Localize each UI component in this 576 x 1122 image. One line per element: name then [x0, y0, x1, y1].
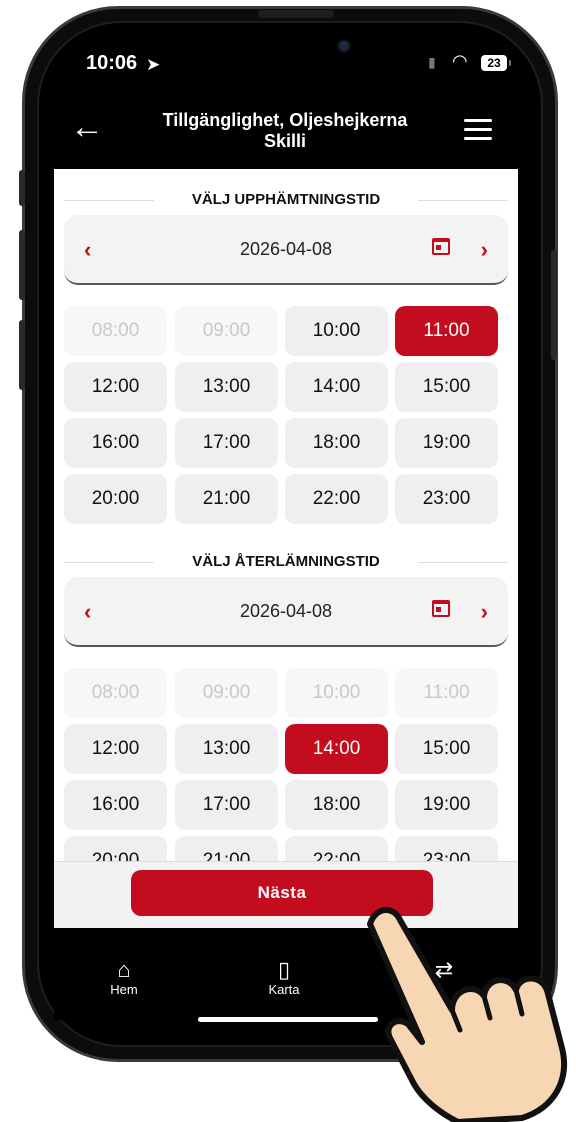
pickup-time-slot[interactable]: 12:00 [64, 362, 167, 412]
pickup-time-slot[interactable]: 13:00 [175, 362, 278, 412]
location-arrow-icon: ➤ [146, 55, 161, 74]
return-time-slot[interactable]: 13:00 [175, 724, 278, 774]
return-time-slot: 09:00 [175, 668, 278, 718]
pickup-time-slot[interactable]: 21:00 [175, 474, 278, 524]
page-title: Tillgänglighet, Oljeshejkerna Skilli [120, 110, 450, 152]
pickup-time-slot[interactable]: 16:00 [64, 418, 167, 468]
pickup-time-slot[interactable]: 11:00 [395, 306, 498, 356]
pickup-time-slot[interactable]: 20:00 [64, 474, 167, 524]
pickup-time-slot[interactable]: 14:00 [285, 362, 388, 412]
return-time-slot[interactable]: 16:00 [64, 780, 167, 830]
page-title-line2: Skilli [263, 131, 307, 151]
main-content: VÄLJ UPPHÄMTNINGSTID ‹ 2026-04-08 › 08:0… [54, 169, 518, 928]
return-time-slot: 08:00 [64, 668, 167, 718]
speaker [258, 10, 334, 18]
back-arrow-icon[interactable]: ← [70, 110, 104, 144]
tab-map-label: Karta [268, 982, 300, 997]
pickup-time-slot[interactable]: 23:00 [395, 474, 498, 524]
pickup-heading: VÄLJ UPPHÄMTNINGSTID [64, 191, 508, 208]
pickup-time-slot[interactable]: 15:00 [395, 362, 498, 412]
return-time-slot[interactable]: 17:00 [175, 780, 278, 830]
front-camera [339, 41, 349, 51]
hamburger-menu-icon[interactable] [464, 119, 492, 146]
pickup-time-slot: 08:00 [64, 306, 167, 356]
page-title-line1: Tillgänglighet, Oljeshejkerna [162, 110, 408, 130]
map-icon: ▯ [277, 957, 291, 982]
volume-down-button [19, 320, 25, 390]
return-time-slot[interactable]: 15:00 [395, 724, 498, 774]
pickup-time-slot[interactable]: 22:00 [285, 474, 388, 524]
pickup-time-slot[interactable]: 18:00 [285, 418, 388, 468]
power-button [551, 250, 557, 360]
return-calendar-icon[interactable] [432, 600, 450, 617]
return-time-slot: 11:00 [395, 668, 498, 718]
tab-map[interactable]: ▯ Karta [244, 957, 324, 998]
return-next-date-chevron-icon[interactable]: › [481, 599, 488, 625]
battery-icon: 23 [481, 55, 511, 71]
return-time-slot[interactable]: 12:00 [64, 724, 167, 774]
pickup-next-date-chevron-icon[interactable]: › [481, 237, 488, 263]
mute-switch [19, 170, 25, 206]
pickup-time-slot[interactable]: 17:00 [175, 418, 278, 468]
pickup-calendar-icon[interactable] [432, 238, 450, 255]
notch [242, 34, 442, 68]
cellular-signal-icon: ▮ [428, 54, 436, 70]
volume-up-button [19, 230, 25, 300]
return-time-slot[interactable]: 14:00 [285, 724, 388, 774]
home-indicator [198, 1017, 378, 1022]
pickup-time-slot[interactable]: 19:00 [395, 418, 498, 468]
tab-home-label: Hem [110, 982, 138, 997]
status-time: 10:06 [86, 52, 138, 74]
return-time-slot[interactable]: 19:00 [395, 780, 498, 830]
return-heading: VÄLJ ÅTERLÄMNINGSTID [64, 553, 508, 570]
return-time-slot: 10:00 [285, 668, 388, 718]
wifi-icon: ◠ [452, 51, 468, 71]
tab-home[interactable]: ⌂ Hem [84, 957, 164, 998]
pickup-date-picker: ‹ 2026-04-08 › [64, 215, 508, 285]
return-date-picker: ‹ 2026-04-08 › [64, 577, 508, 647]
return-time-slot[interactable]: 18:00 [285, 780, 388, 830]
pickup-time-slot: 09:00 [175, 306, 278, 356]
home-icon: ⌂ [117, 957, 131, 982]
pointing-hand-icon [367, 907, 567, 1122]
pickup-time-slot[interactable]: 10:00 [285, 306, 388, 356]
